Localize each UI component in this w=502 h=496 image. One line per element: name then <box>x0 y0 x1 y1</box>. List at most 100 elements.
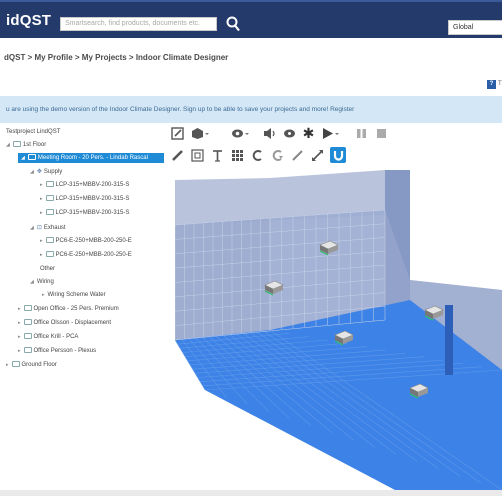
tree-exhaust-label: Exhaust <box>43 225 66 231</box>
tree-exhaust-item-label: PC6-E-250+MBB-200-250-E <box>55 252 132 258</box>
table-icon[interactable] <box>230 148 244 162</box>
tree-other-label: Other <box>40 266 56 272</box>
rotate-right-icon[interactable] <box>270 148 284 162</box>
demo-banner-text[interactable]: u are using the demo version of the Indo… <box>6 106 354 113</box>
pause-icon[interactable] <box>354 126 368 140</box>
tree-supply-item-label: LCP-315+MBBV-200-315-S <box>55 196 130 202</box>
bottom-divider <box>0 490 502 496</box>
tree-office-label: Office Krill - PCA <box>33 334 79 340</box>
window-strip <box>445 305 453 375</box>
tree-project[interactable]: Testproject LindQST <box>6 127 60 137</box>
tree-exhaust[interactable]: ◢ ⊡ Exhaust <box>30 223 66 233</box>
caret-right-icon[interactable]: ▸ <box>18 306 21 312</box>
caret-down-icon[interactable]: ◢ <box>6 142 10 148</box>
tree-supply-item[interactable]: ▸ LCP-315+MBBV-200-315-S <box>40 208 129 218</box>
room-icon <box>27 154 36 160</box>
view-icon[interactable] <box>230 126 244 140</box>
stop-icon[interactable] <box>374 126 388 140</box>
svg-text:✱: ✱ <box>302 127 314 140</box>
tree-wiring-label: Wiring <box>36 279 54 285</box>
pencil-icon[interactable] <box>170 148 184 162</box>
tree-office[interactable]: ▸ Office Olsson - Displacement <box>18 318 111 328</box>
grid-icon[interactable] <box>190 148 204 162</box>
cube-icon[interactable] <box>190 126 204 140</box>
demo-banner: u are using the demo version of the Indo… <box>0 96 502 123</box>
tree-other[interactable]: Other <box>40 264 55 274</box>
designer-toolbar: ✱ <box>168 126 502 166</box>
tree-supply[interactable]: ◢ ✥ Supply <box>30 167 62 177</box>
star-icon[interactable]: ✱ <box>301 126 315 140</box>
tree-exhaust-item[interactable]: ▸ PC6-E-250+MBB-200-250-E <box>40 236 132 246</box>
exhaust-icon: ⊡ <box>36 225 42 231</box>
tree-exhaust-item-label: PC6-E-250+MBB-200-250-E <box>55 238 132 244</box>
play-dropdown-icon[interactable] <box>334 126 340 140</box>
diffuser-icon <box>45 181 54 187</box>
tree-office[interactable]: ▸ Office Persson - Plexus <box>18 346 96 356</box>
sound-icon[interactable] <box>262 126 276 140</box>
diffuser-icon <box>45 209 54 215</box>
eye-settings-icon[interactable] <box>282 126 296 140</box>
cube-dropdown-icon[interactable] <box>204 126 210 140</box>
caret-down-icon[interactable]: ◢ <box>30 225 34 231</box>
brand-logo[interactable]: idQST <box>6 12 51 29</box>
tree-wiring[interactable]: ◢ Wiring <box>30 277 54 287</box>
caret-right-icon[interactable]: ▸ <box>40 238 43 244</box>
tree-room-selected-label: Meeting Room - 20 Pers. - Lindab Rascal <box>37 155 148 161</box>
region-value: Global <box>453 24 474 31</box>
tree-office-label: Office Olsson - Displacement <box>33 320 112 326</box>
tree-exhaust-item[interactable]: ▸ PC6-E-250+MBB-200-250-E <box>40 250 132 260</box>
region-select[interactable]: Global <box>448 20 502 35</box>
caret-right-icon[interactable]: ▸ <box>40 182 43 188</box>
tree-wiring-scheme-label: Wiring Scheme Water <box>47 292 106 298</box>
tree-office-label: Open Office - 25 Pers. Premium <box>33 306 119 312</box>
play-icon[interactable] <box>320 126 334 140</box>
room-icon <box>23 319 32 325</box>
room-icon <box>23 347 32 353</box>
measure-icon[interactable] <box>290 148 304 162</box>
caret-down-icon[interactable]: ◢ <box>21 155 25 161</box>
tree-room-selected[interactable]: ◢ Meeting Room - 20 Pers. - Lindab Rascal <box>18 153 164 163</box>
caret-right-icon[interactable]: ▸ <box>40 210 43 216</box>
caret-right-icon[interactable]: ▸ <box>40 252 43 258</box>
text-icon[interactable] <box>210 148 224 162</box>
caret-right-icon[interactable]: ▸ <box>6 362 9 368</box>
help-icon[interactable]: ? <box>487 80 496 89</box>
tree-supply-item[interactable]: ▸ LCP-315+MBBV-200-315-S <box>40 194 129 204</box>
search-icon[interactable] <box>226 16 240 32</box>
breadcrumb[interactable]: dQST > My Profile > My Projects > Indoor… <box>4 53 228 62</box>
resize-icon[interactable] <box>310 148 324 162</box>
tree-office[interactable]: ▸ Office Krill - PCA <box>18 332 78 342</box>
caret-right-icon[interactable]: ▸ <box>18 334 21 340</box>
tree-supply-item-label: LCP-315+MBBV-200-315-S <box>55 182 130 188</box>
caret-down-icon[interactable]: ◢ <box>30 279 34 285</box>
tree-project-label: Testproject LindQST <box>6 129 61 135</box>
caret-right-icon[interactable]: ▸ <box>42 292 45 298</box>
room-icon <box>23 333 32 339</box>
caret-right-icon[interactable]: ▸ <box>18 320 21 326</box>
3d-viewport[interactable] <box>174 170 502 491</box>
caret-right-icon[interactable]: ▸ <box>40 196 43 202</box>
search-input[interactable]: Smartsearch, find products, documents et… <box>60 17 217 31</box>
top-header: idQST Smartsearch, find products, docume… <box>0 0 502 38</box>
tree-supply-label: Supply <box>43 169 63 175</box>
caret-right-icon[interactable]: ▸ <box>18 348 21 354</box>
tree-office[interactable]: ▸ Open Office - 25 Pers. Premium <box>18 304 119 314</box>
diffuser-icon <box>45 237 54 243</box>
floor-icon <box>11 361 20 367</box>
tree-floor-1st[interactable]: ◢ 1st Floor <box>6 140 46 150</box>
tree-floor-1st-label: 1st Floor <box>22 142 47 148</box>
tree-wiring-scheme[interactable]: ▸ Wiring Scheme Water <box>42 290 106 300</box>
view-dropdown-icon[interactable] <box>244 126 250 140</box>
diffuser-icon <box>45 251 54 257</box>
rotate-left-icon[interactable] <box>250 148 264 162</box>
tree-floor-ground[interactable]: ▸ Ground Floor <box>6 360 57 370</box>
caret-down-icon[interactable]: ◢ <box>30 169 34 175</box>
header-accent-line <box>0 0 502 2</box>
magnet-icon[interactable] <box>330 147 346 163</box>
room-scene[interactable] <box>174 170 502 491</box>
supply-icon: ✥ <box>36 169 42 175</box>
tree-supply-item[interactable]: ▸ LCP-315+MBBV-200-315-S <box>40 180 129 190</box>
edit-icon[interactable] <box>170 126 184 140</box>
help-label[interactable]: T <box>498 81 502 87</box>
tree-supply-item-label: LCP-315+MBBV-200-315-S <box>55 210 130 216</box>
